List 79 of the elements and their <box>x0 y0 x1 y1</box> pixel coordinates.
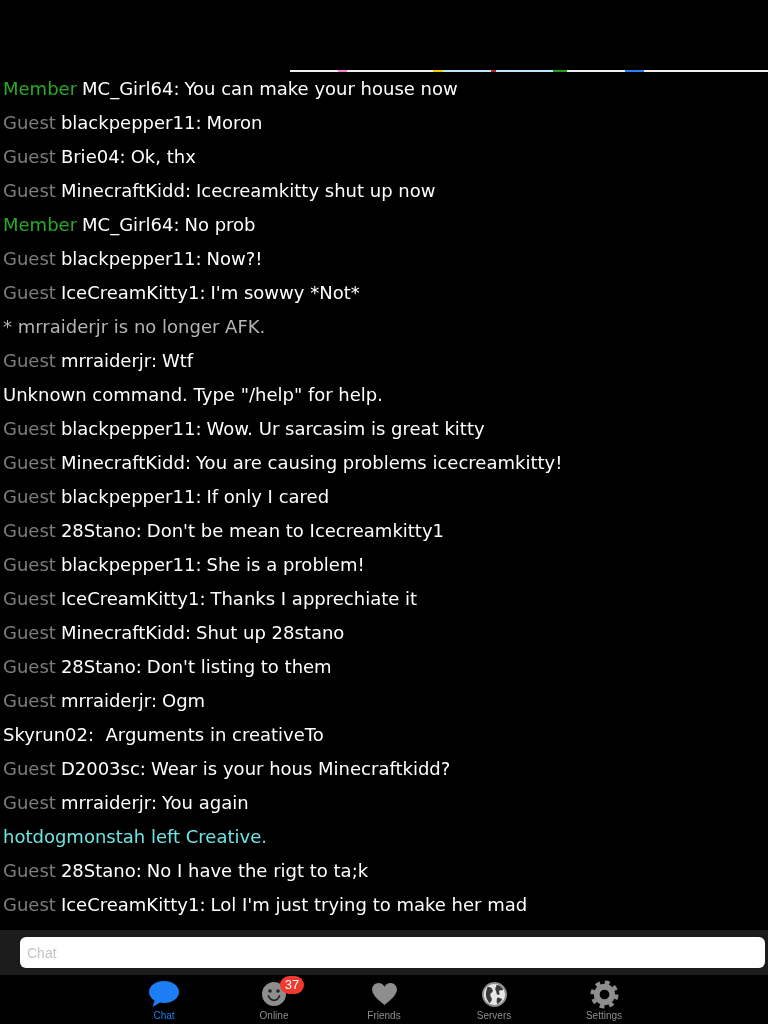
message-text: No I have the rigt to ta;k <box>146 859 369 883</box>
chat-input-field[interactable]: Chat <box>20 937 765 968</box>
rank-label: Guest <box>3 757 56 781</box>
username: blackpepper11: <box>60 111 202 135</box>
rank-label: Guest <box>3 485 56 509</box>
username: MinecraftKidd: <box>60 451 191 475</box>
message-text: Wtf <box>162 349 194 373</box>
message-text: Wear is your hous Minecraftkidd? <box>150 757 451 781</box>
settings-icon <box>589 979 619 1009</box>
username: mrraiderjr: <box>60 349 157 373</box>
username: mrraiderjr: <box>60 791 157 815</box>
username: blackpepper11: <box>60 417 202 441</box>
username: blackpepper11: <box>60 247 202 271</box>
rank-label: Guest <box>3 893 56 917</box>
smiley-face-icon <box>262 982 286 1006</box>
rank-label: Guest <box>3 587 56 611</box>
rank-label: Guest <box>3 179 56 203</box>
message-text: You can make your house now <box>184 77 458 101</box>
rank-label: Guest <box>3 111 56 135</box>
rank-label: Guest <box>3 145 56 169</box>
message-text: Ogm <box>162 689 206 713</box>
rank-label: Guest <box>3 553 56 577</box>
server-message: Unknown command. Type "/help" for help. <box>3 383 383 407</box>
username: IceCreamKitty1: <box>60 587 206 611</box>
message-text: Shut up 28stano <box>196 621 345 645</box>
message-text: Thanks I apprechiate it <box>210 587 418 611</box>
username: Brie04: <box>60 145 126 169</box>
rank-label: Guest <box>3 791 56 815</box>
username: mrraiderjr: <box>60 689 157 713</box>
username: 28Stano: <box>60 519 142 543</box>
tab-button[interactable]: Friends <box>329 975 439 1024</box>
rank-label: Guest <box>3 349 56 373</box>
username: 28Stano: <box>60 655 142 679</box>
message-text: I'm sowwy *Not* <box>210 281 360 305</box>
message-text: Wow. Ur sarcasim is great kitty <box>206 417 485 441</box>
message-text: Moron <box>206 111 263 135</box>
username: D2003sc: <box>60 757 146 781</box>
username: IceCreamKitty1: <box>60 281 206 305</box>
tab-button[interactable]: Settings <box>549 975 659 1024</box>
tab-button[interactable]: 37 Online <box>219 975 329 1024</box>
username: MinecraftKidd: <box>60 179 191 203</box>
rank-label: Guest <box>3 689 56 713</box>
rank-label: Guest <box>3 281 56 305</box>
username: IceCreamKitty1: <box>60 893 206 917</box>
username: MC_Girl64: <box>82 77 180 102</box>
speech-bubble-icon <box>149 981 179 1007</box>
server-message: Skyrun02: Arguments in creativeTo <box>3 723 324 747</box>
tab-button[interactable]: Servers <box>439 975 549 1024</box>
rank-label: Member <box>3 77 78 101</box>
leave-notice: hotdogmonstah left Creative. <box>3 825 267 849</box>
rank-label: Guest <box>3 247 56 271</box>
message-text: Ok, thx <box>130 145 196 169</box>
username: MC_Girl64: <box>82 213 180 238</box>
rank-label: Member <box>3 213 78 237</box>
username: blackpepper11: <box>60 553 202 577</box>
message-text: You again <box>162 791 249 815</box>
message-text: She is a problem! <box>206 553 365 577</box>
message-text: Don't be mean to Icecreamkitty1 <box>146 519 445 543</box>
message-text: Icecreamkitty shut up now <box>196 179 436 203</box>
username: 28Stano: <box>60 859 142 883</box>
message-text: If only I cared <box>206 485 330 509</box>
rank-label: Guest <box>3 519 56 543</box>
message-text: Now?! <box>206 247 263 271</box>
rank-label: Guest <box>3 621 56 645</box>
count-badge: 37 <box>280 976 304 994</box>
username: MinecraftKidd: <box>60 621 191 645</box>
globe-icon <box>481 981 507 1007</box>
message-text: Lol I'm just trying to make her mad <box>210 893 528 917</box>
rank-label: Guest <box>3 655 56 679</box>
status-notice: * mrraiderjr is no longer AFK. <box>3 315 266 339</box>
username: blackpepper11: <box>60 485 202 509</box>
rank-label: Guest <box>3 859 56 883</box>
heart-icon <box>371 983 397 1005</box>
rank-label: Guest <box>3 451 56 475</box>
tab-button[interactable]: Chat <box>109 975 219 1024</box>
message-text: No prob <box>184 213 256 237</box>
rank-label: Guest <box>3 417 56 441</box>
message-text: Don't listing to them <box>146 655 332 679</box>
message-text: You are causing problems icecreamkitty! <box>196 451 563 475</box>
